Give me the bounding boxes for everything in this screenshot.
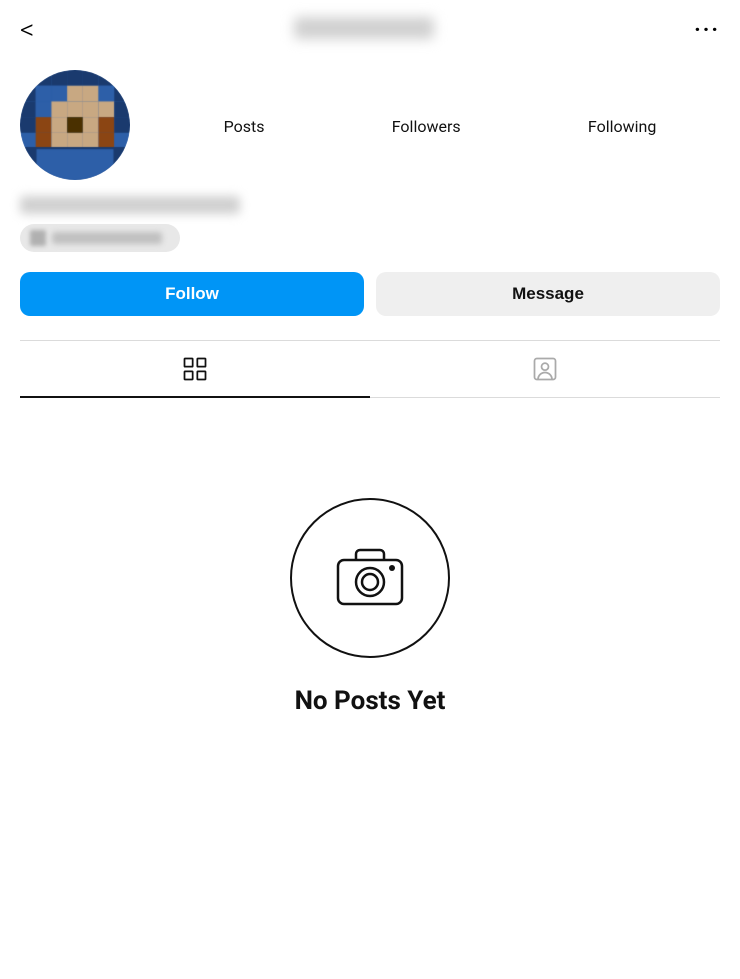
- bio-blur: [20, 224, 180, 252]
- action-buttons: Follow Message: [20, 272, 720, 316]
- bio-text-blur: [52, 232, 162, 244]
- profile-top-row: Posts Followers Following: [20, 70, 720, 180]
- profile-info: [20, 196, 720, 252]
- posts-label: Posts: [224, 117, 265, 136]
- camera-icon: [330, 538, 410, 618]
- camera-circle: [290, 498, 450, 658]
- header-username: [34, 17, 694, 44]
- stat-followers[interactable]: Followers: [392, 115, 461, 136]
- tab-bar: [20, 340, 720, 398]
- bio-icon-blur: [30, 230, 46, 246]
- stats-row: Posts Followers Following: [160, 115, 720, 136]
- tagged-icon: [531, 355, 559, 383]
- stat-posts[interactable]: Posts: [224, 115, 265, 136]
- grid-icon: [181, 355, 209, 383]
- no-posts-section: No Posts Yet: [0, 418, 740, 756]
- message-button[interactable]: Message: [376, 272, 720, 316]
- no-posts-title: No Posts Yet: [295, 686, 446, 716]
- more-options-button[interactable]: ···: [694, 18, 720, 43]
- following-label: Following: [588, 117, 656, 136]
- display-name-blur: [20, 196, 240, 214]
- followers-label: Followers: [392, 117, 461, 136]
- avatar-canvas: [20, 70, 130, 180]
- avatar: [20, 70, 130, 180]
- header: < ···: [0, 0, 740, 60]
- back-button[interactable]: <: [20, 16, 34, 44]
- tab-tagged[interactable]: [370, 341, 720, 397]
- tab-grid[interactable]: [20, 341, 370, 397]
- profile-section: Posts Followers Following Follow Message: [0, 60, 740, 418]
- stat-following[interactable]: Following: [588, 115, 656, 136]
- follow-button[interactable]: Follow: [20, 272, 364, 316]
- username-blur: [294, 17, 434, 39]
